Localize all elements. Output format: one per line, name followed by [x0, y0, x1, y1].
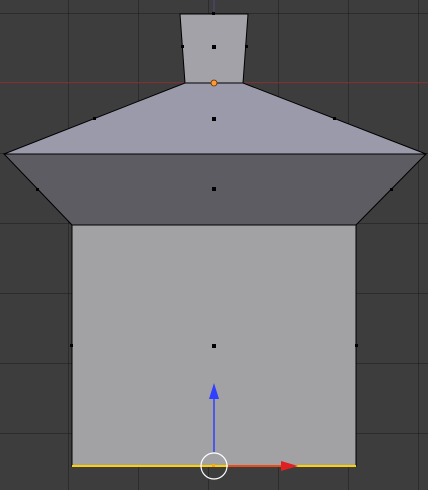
edge-midpoint-dot[interactable] — [36, 188, 39, 191]
edge-midpoint-dot[interactable] — [212, 12, 215, 15]
manipulator-center-dot — [212, 464, 215, 467]
edge-midpoint-dot[interactable] — [390, 188, 393, 191]
face-center-dot[interactable] — [212, 45, 216, 49]
edge-midpoint-dot[interactable] — [70, 344, 73, 347]
face-center-dot[interactable] — [212, 344, 216, 348]
edge-midpoint-dot[interactable] — [355, 344, 358, 347]
viewport-canvas[interactable] — [0, 0, 428, 490]
edge-midpoint-dot[interactable] — [181, 45, 184, 48]
face-center-dot[interactable] — [212, 117, 216, 121]
edge-midpoint-dot[interactable] — [333, 117, 336, 120]
edge-midpoint-dot[interactable] — [93, 117, 96, 120]
selected-vertex[interactable] — [210, 79, 218, 87]
face-center-dot[interactable] — [212, 187, 216, 191]
edge-midpoint-dot[interactable] — [245, 45, 248, 48]
3d-viewport[interactable] — [0, 0, 428, 490]
